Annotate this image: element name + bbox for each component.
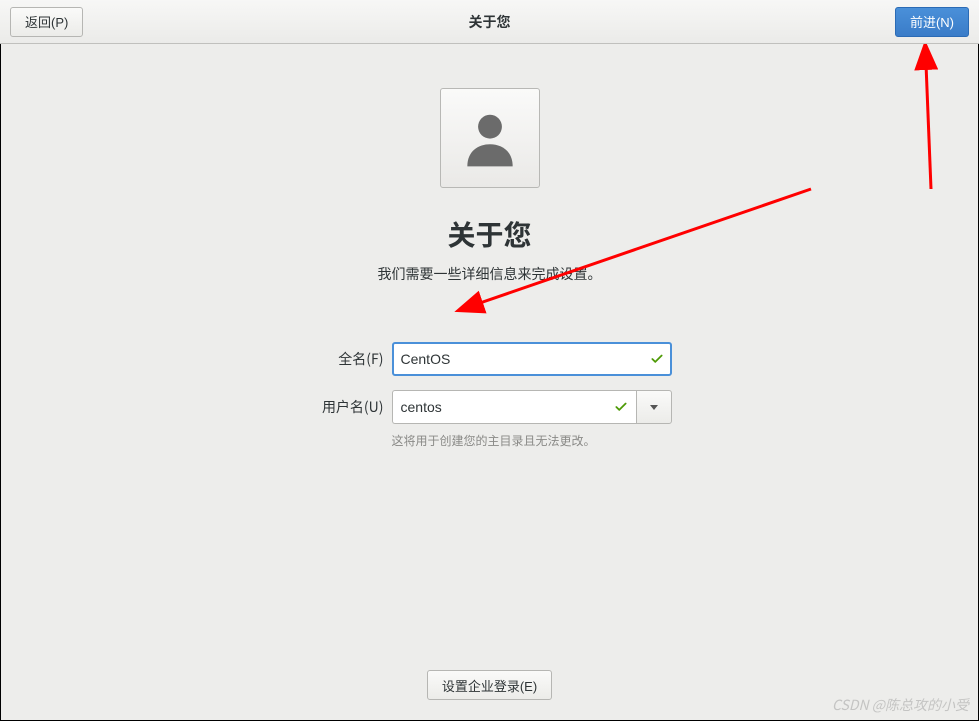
next-button[interactable]: 前进(N) (895, 7, 969, 37)
fullname-input[interactable] (392, 342, 672, 376)
username-input[interactable] (392, 390, 636, 424)
enterprise-login-button[interactable]: 设置企业登录(E) (427, 670, 552, 700)
fullname-label: 全名(F) (308, 349, 384, 369)
username-row: 用户名(U) (308, 390, 672, 424)
username-dropdown-button[interactable] (636, 390, 672, 424)
page-heading: 关于您 (447, 214, 531, 254)
page-subtitle: 我们需要一些详细信息来完成设置。 (378, 264, 602, 284)
content-area: 关于您 我们需要一些详细信息来完成设置。 全名(F) 用户名(U) (0, 44, 979, 721)
back-button[interactable]: 返回(P) (10, 7, 83, 37)
user-icon (456, 104, 524, 172)
window-title: 关于您 (469, 12, 511, 32)
avatar-picker[interactable] (440, 88, 540, 188)
triangle-down-icon (649, 402, 659, 412)
bottom-area: 设置企业登录(E) (1, 670, 978, 700)
user-form: 全名(F) 用户名(U) (308, 342, 672, 449)
fullname-row: 全名(F) (308, 342, 672, 376)
username-label: 用户名(U) (308, 397, 384, 417)
titlebar: 返回(P) 关于您 前进(N) (0, 0, 979, 44)
username-hint: 这将用于创建您的主目录且无法更改。 (392, 432, 672, 449)
